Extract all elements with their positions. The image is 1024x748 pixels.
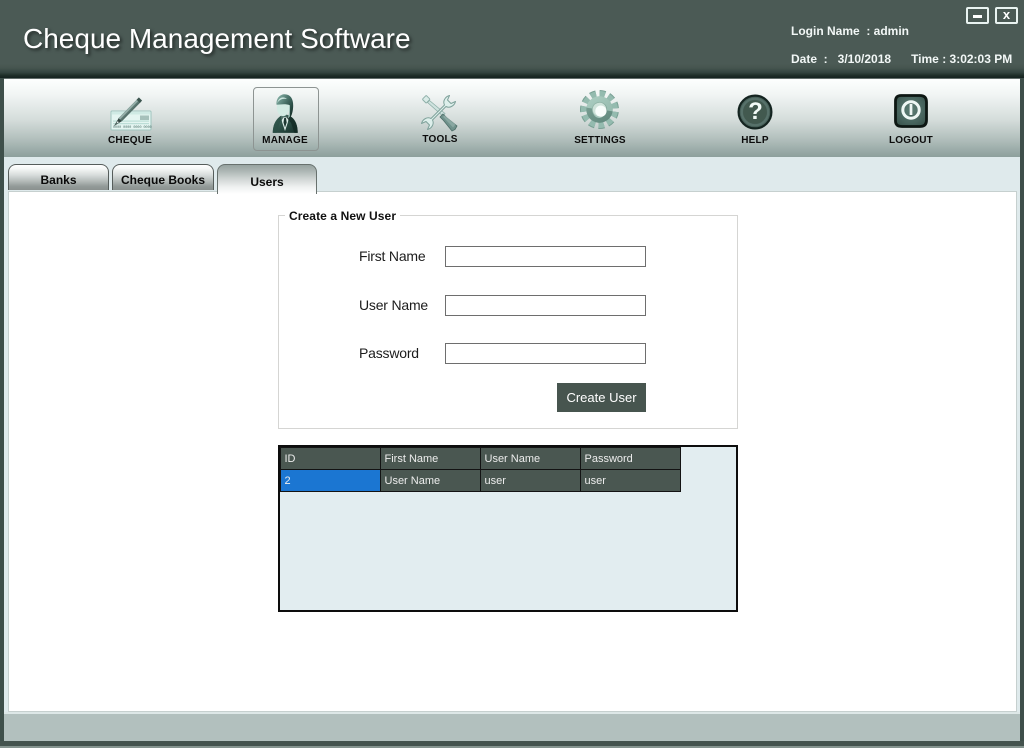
svg-text:0000 0000 0000 0000: 0000 0000 0000 0000 [113,126,152,130]
svg-text:?: ? [748,98,763,125]
